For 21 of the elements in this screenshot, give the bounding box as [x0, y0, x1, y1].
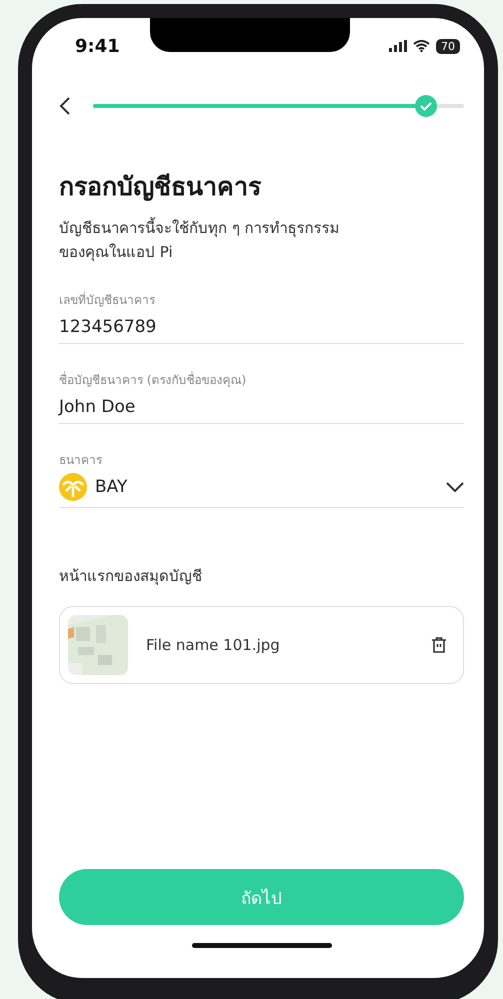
status-time: 9:41: [75, 36, 120, 56]
back-icon[interactable]: [59, 96, 71, 116]
field-label: เลขที่บัญชีธนาคาร: [59, 290, 156, 309]
battery-level: 70: [436, 38, 460, 54]
trash-icon[interactable]: [431, 636, 447, 654]
field-label: ชื่อบัญชีธนาคาร (ตรงกับชื่อของคุณ): [59, 370, 248, 389]
field-value: 123456789: [59, 317, 158, 337]
chevron-down-icon: [446, 482, 464, 492]
page-subtitle: บัญชีธนาคารนี้จะใช้กับทุก ๆ การทำธุรกรรม ของคุณในแอป Pi: [59, 216, 341, 264]
page-title: กรอกบัญชีธนาคาร: [59, 171, 262, 203]
input-field[interactable]: เลขที่บัญชีธนาคาร 123456789: [59, 290, 464, 344]
field-label: ธนาคาร: [59, 452, 103, 469]
bank-logo-icon: [59, 473, 87, 501]
signal-icon: [389, 40, 407, 52]
field-value: BAY: [95, 477, 128, 497]
field-value: John Doe: [59, 397, 136, 417]
file-name: File name 101.jpg: [146, 636, 281, 654]
wifi-icon: [413, 40, 430, 52]
bank-select[interactable]: ธนาคาร BAY: [59, 450, 464, 508]
upload-label: หน้าแรกของสมุดบัญชี: [59, 566, 203, 588]
input-field[interactable]: ชื่อบัญชีธนาคาร (ตรงกับชื่อของคุณ) John Doe: [59, 370, 464, 424]
